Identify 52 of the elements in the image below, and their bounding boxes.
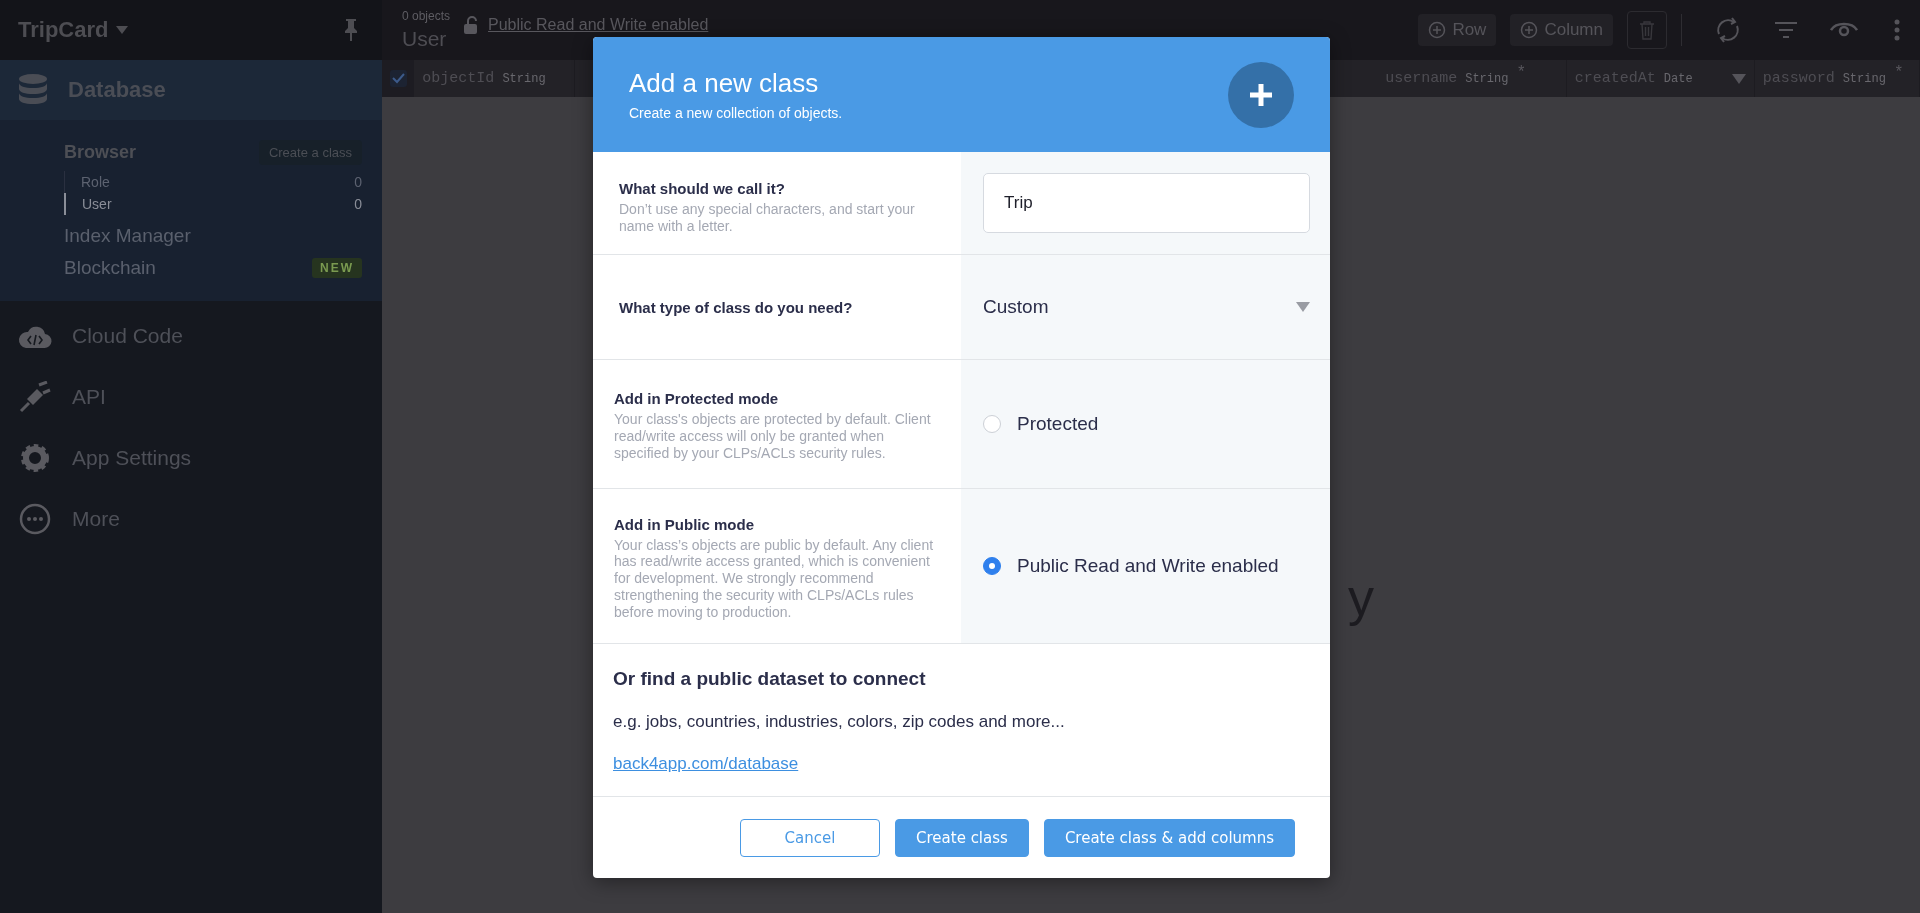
add-icon	[1428, 21, 1447, 39]
more-options-icon[interactable]	[1894, 19, 1900, 41]
app-name[interactable]: TripCard	[18, 17, 129, 43]
trash-icon	[1639, 20, 1655, 40]
permissions-link[interactable]: Public Read and Write enabled	[488, 16, 709, 34]
dataset-description: e.g. jobs, countries, industries, colors, zip codes and more...	[613, 712, 1066, 732]
caret-icon	[1296, 302, 1310, 312]
dialog-title: Add a new class	[629, 68, 820, 99]
field-hint: Don’t use any special characters, and start your name with a letter.	[619, 200, 916, 235]
caret-icon	[116, 26, 129, 34]
dataset-heading: Or find a public dataset to connect	[613, 668, 927, 690]
dialog-subtitle: Create a new collection of objects.	[629, 105, 843, 121]
class-name-field[interactable]: Trip	[983, 173, 1310, 233]
more-icon	[19, 502, 51, 535]
database-icon	[18, 74, 48, 106]
new-badge: NEW	[312, 258, 362, 278]
refresh-icon[interactable]	[1714, 15, 1742, 45]
sidebar-link[interactable]: Index Manager	[64, 225, 191, 247]
field-hint: Your class's objects are protected by default. Client read/write access will only be granted when specified by your CLPs/ACLs security rules.	[614, 411, 932, 462]
sidebar-item[interactable]: API	[0, 366, 382, 427]
select-all-checkbox[interactable]	[389, 70, 407, 87]
eye-icon[interactable]	[1830, 21, 1858, 39]
radio-option[interactable]: Public Read and Write enabled	[983, 555, 1279, 577]
class-type-dropdown[interactable]: Custom	[983, 296, 1310, 318]
class-item[interactable]: User 0	[64, 193, 362, 215]
field-label: What should we call it?	[619, 179, 786, 197]
create-button[interactable]: Create class & add columns	[1043, 818, 1295, 857]
filter-icon[interactable]	[1774, 21, 1798, 39]
required-mark: *	[1516, 63, 1527, 82]
gear-icon	[19, 441, 51, 474]
cancel-button[interactable]: Cancel	[740, 818, 880, 857]
dataset-link[interactable]: back4app.com/database	[613, 754, 799, 774]
field-hint: Your class’s objects are public by default. Any client has read/write access granted, which is convenient for development. We strongly recommend strengthening the security with CLPs/ACLs rules before moving to production.	[614, 536, 935, 621]
sidebar-item[interactable]: App Settings	[0, 427, 382, 488]
class-item[interactable]: Role 0	[64, 171, 362, 193]
required-mark: *	[1893, 63, 1904, 82]
object-count: 0 objects	[402, 9, 451, 23]
sidebar-item[interactable]: More	[0, 488, 382, 549]
create-button[interactable]: Create class	[895, 818, 1029, 857]
radio-button[interactable]	[983, 557, 1001, 575]
radio-option[interactable]: Protected	[983, 413, 1099, 435]
delete-button[interactable]	[1627, 11, 1667, 49]
sort-icon[interactable]	[1731, 73, 1746, 84]
plug-icon	[19, 380, 51, 413]
field-label: What type of class do you need?	[619, 298, 854, 316]
field-label: Add in Public mode	[614, 515, 755, 533]
add-icon	[1520, 21, 1539, 39]
pin-icon[interactable]	[344, 19, 358, 41]
sidebar-item[interactable]: Cloud Code	[0, 305, 382, 366]
field-label: Add in Protected mode	[614, 390, 780, 408]
sidebar-link[interactable]: Blockchain	[64, 257, 156, 279]
radio-button[interactable]	[983, 415, 1001, 433]
